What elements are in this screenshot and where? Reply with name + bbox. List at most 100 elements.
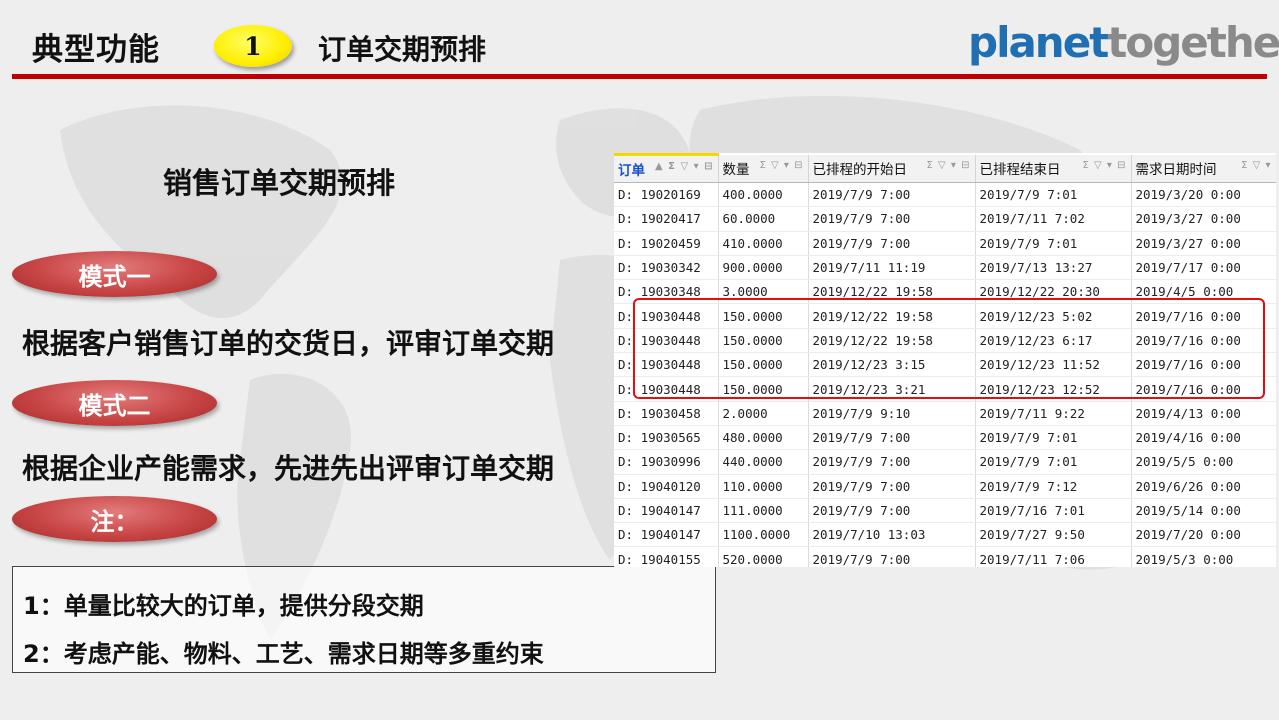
table-row[interactable]: D: 19020169 400.0000 2019/7/9 7:00 2019/7/9… <box>614 182 1276 208</box>
cell-order: D: 19030448 <box>614 376 719 402</box>
brand-logo: planettogether <box>968 18 1279 67</box>
table-header-row: 订单 ▲ Σ ▽ ▾ ⊟ 数量 Σ ▽ ▾ ⊟ 已排程的开始日 Σ ▽ ▾ ⊟ … <box>614 153 1276 183</box>
table-row[interactable]: D: 19040120 110.0000 2019/7/9 7:00 2019/7/9… <box>614 474 1276 499</box>
order-table: 订单 ▲ Σ ▽ ▾ ⊟ 数量 Σ ▽ ▾ ⊟ 已排程的开始日 Σ ▽ ▾ ⊟ … <box>614 153 1276 567</box>
cell-quantity: 410.0000 <box>718 231 809 256</box>
table-row[interactable]: D: 19040155 520.0000 2019/7/9 7:00 2019/7/1… <box>614 546 1276 567</box>
cell-required: 2019/6/26 0:00 <box>1131 474 1276 499</box>
sort-filter-icon[interactable]: ▲ Σ ▽ ▾ ⊟ <box>655 161 714 172</box>
cell-order: D: 19020459 <box>614 231 719 256</box>
cell-required: 2019/7/16 0:00 <box>1131 352 1276 378</box>
cell-quantity: 900.0000 <box>718 255 809 281</box>
logo-text-part2: together <box>1107 18 1279 67</box>
cell-required: 2019/7/16 0:00 <box>1131 376 1276 402</box>
cell-end: 2019/7/11 7:02 <box>975 206 1132 232</box>
cell-end: 2019/12/23 6:17 <box>975 328 1132 354</box>
cell-start: 2019/7/9 7:00 <box>808 449 976 475</box>
cell-end: 2019/7/13 13:27 <box>975 255 1132 281</box>
column-header-quantity[interactable]: 数量 Σ ▽ ▾ ⊟ <box>718 154 809 183</box>
table-row[interactable]: D: 19020417 60.0000 2019/7/9 7:00 2019/7/11… <box>614 206 1276 232</box>
cell-start: 2019/12/22 19:58 <box>808 328 976 354</box>
cell-end: 2019/7/16 7:01 <box>975 498 1132 524</box>
cell-quantity: 150.0000 <box>718 303 809 329</box>
cell-start: 2019/7/11 11:19 <box>808 255 976 281</box>
column-header-label: 已排程结束日 <box>979 162 1061 179</box>
cell-end: 2019/7/11 7:06 <box>975 546 1132 567</box>
table-row[interactable]: D: 19030565 480.0000 2019/7/9 7:00 2019/7/9… <box>614 425 1276 451</box>
column-header-label: 已排程的开始日 <box>812 162 908 179</box>
cell-required: 2019/7/17 0:00 <box>1131 255 1276 281</box>
cell-order: D: 19020417 <box>614 206 719 232</box>
cell-order: D: 19030448 <box>614 328 719 354</box>
cell-required: 2019/5/14 0:00 <box>1131 498 1276 524</box>
table-row[interactable]: D: 19030342 900.0000 2019/7/11 11:19 2019/7… <box>614 255 1276 281</box>
cell-end: 2019/7/9 7:01 <box>975 425 1132 451</box>
cell-order: D: 19030996 <box>614 449 719 475</box>
cell-end: 2019/12/23 12:52 <box>975 376 1132 402</box>
sort-filter-icon[interactable]: Σ ▽ ▾ <box>1241 160 1271 171</box>
cell-required: 2019/5/3 0:00 <box>1131 546 1276 567</box>
number-badge: 1 <box>214 25 292 67</box>
table-row[interactable]: D: 19030458 2.0000 2019/7/9 9:10 2019/7/11 … <box>614 401 1276 426</box>
cell-order: D: 19030342 <box>614 255 719 281</box>
note-line-1: 1：单量比较大的订单，提供分段交期 <box>23 592 424 620</box>
table-row[interactable]: D: 19040147 1100.0000 2019/7/10 13:03 2019/… <box>614 522 1276 548</box>
cell-order: D: 19030448 <box>614 352 719 378</box>
column-header-scheduled-start[interactable]: 已排程的开始日 Σ ▽ ▾ ⊟ <box>808 154 976 183</box>
cell-quantity: 150.0000 <box>718 352 809 378</box>
note-line-2: 2：考虑产能、物料、工艺、需求日期等多重约束 <box>23 640 544 668</box>
page-subtitle: 订单交期预排 <box>318 33 487 66</box>
table-row[interactable]: D: 19030996 440.0000 2019/7/9 7:00 2019/7/9… <box>614 449 1276 475</box>
cell-order: D: 19040147 <box>614 522 719 548</box>
column-header-scheduled-end[interactable]: 已排程结束日 Σ ▽ ▾ ⊟ <box>975 154 1132 183</box>
mode2-badge: 模式二 <box>12 380 217 426</box>
cell-end: 2019/7/11 9:22 <box>975 401 1132 426</box>
cell-end: 2019/12/23 5:02 <box>975 303 1132 329</box>
table-row[interactable]: D: 19020459 410.0000 2019/7/9 7:00 2019/7/9… <box>614 231 1276 256</box>
cell-start: 2019/7/9 7:00 <box>808 546 976 567</box>
column-header-required-date[interactable]: 需求日期时间 Σ ▽ ▾ <box>1131 154 1276 183</box>
cell-end: 2019/7/9 7:12 <box>975 474 1132 499</box>
header-divider <box>12 74 1267 79</box>
cell-quantity: 2.0000 <box>718 401 809 426</box>
cell-quantity: 520.0000 <box>718 546 809 567</box>
cell-end: 2019/12/23 11:52 <box>975 352 1132 378</box>
cell-required: 2019/7/20 0:00 <box>1131 522 1276 548</box>
cell-quantity: 110.0000 <box>718 474 809 499</box>
sort-filter-icon[interactable]: Σ ▽ ▾ ⊟ <box>927 160 971 171</box>
column-header-order[interactable]: 订单 ▲ Σ ▽ ▾ ⊟ <box>614 153 719 183</box>
cell-order: D: 19030348 <box>614 279 719 305</box>
cell-quantity: 3.0000 <box>718 279 809 305</box>
sort-filter-icon[interactable]: Σ ▽ ▾ ⊟ <box>760 160 804 171</box>
mode1-badge: 模式一 <box>12 251 217 297</box>
table-row[interactable]: D: 19030448 150.0000 2019/12/22 19:58 2019/… <box>614 328 1276 354</box>
cell-quantity: 60.0000 <box>718 206 809 232</box>
cell-end: 2019/7/9 7:01 <box>975 449 1132 475</box>
cell-order: D: 19040120 <box>614 474 719 499</box>
cell-start: 2019/7/9 7:00 <box>808 425 976 451</box>
table-row[interactable]: D: 19030448 150.0000 2019/12/23 3:21 2019/1… <box>614 376 1276 402</box>
order-grid[interactable]: 订单 ▲ Σ ▽ ▾ ⊟ 数量 Σ ▽ ▾ ⊟ 已排程的开始日 Σ ▽ ▾ ⊟ … <box>614 153 1276 567</box>
cell-quantity: 400.0000 <box>718 182 809 208</box>
table-row[interactable]: D: 19040147 111.0000 2019/7/9 7:00 2019/7/1… <box>614 498 1276 524</box>
cell-quantity: 150.0000 <box>718 376 809 402</box>
page-title: 典型功能 <box>32 32 160 68</box>
cell-order: D: 19040155 <box>614 546 719 567</box>
cell-order: D: 19030458 <box>614 401 719 426</box>
sort-filter-icon[interactable]: Σ ▽ ▾ ⊟ <box>1083 160 1127 171</box>
cell-required: 2019/7/16 0:00 <box>1131 328 1276 354</box>
cell-required: 2019/4/13 0:00 <box>1131 401 1276 426</box>
table-row[interactable]: D: 19030448 150.0000 2019/12/23 3:15 2019/1… <box>614 352 1276 378</box>
table-row[interactable]: D: 19030448 150.0000 2019/12/22 19:58 2019/… <box>614 303 1276 329</box>
cell-required: 2019/7/16 0:00 <box>1131 303 1276 329</box>
table-row[interactable]: D: 19030348 3.0000 2019/12/22 19:58 2019/12… <box>614 279 1276 305</box>
cell-quantity: 111.0000 <box>718 498 809 524</box>
cell-end: 2019/12/22 20:30 <box>975 279 1132 305</box>
cell-required: 2019/5/5 0:00 <box>1131 449 1276 475</box>
cell-end: 2019/7/27 9:50 <box>975 522 1132 548</box>
cell-required: 2019/4/5 0:00 <box>1131 279 1276 305</box>
notes-box: 1：单量比较大的订单，提供分段交期 2：考虑产能、物料、工艺、需求日期等多重约束 <box>12 566 716 673</box>
section-heading: 销售订单交期预排 <box>163 166 396 200</box>
cell-start: 2019/12/23 3:21 <box>808 376 976 402</box>
cell-start: 2019/7/9 7:00 <box>808 474 976 499</box>
